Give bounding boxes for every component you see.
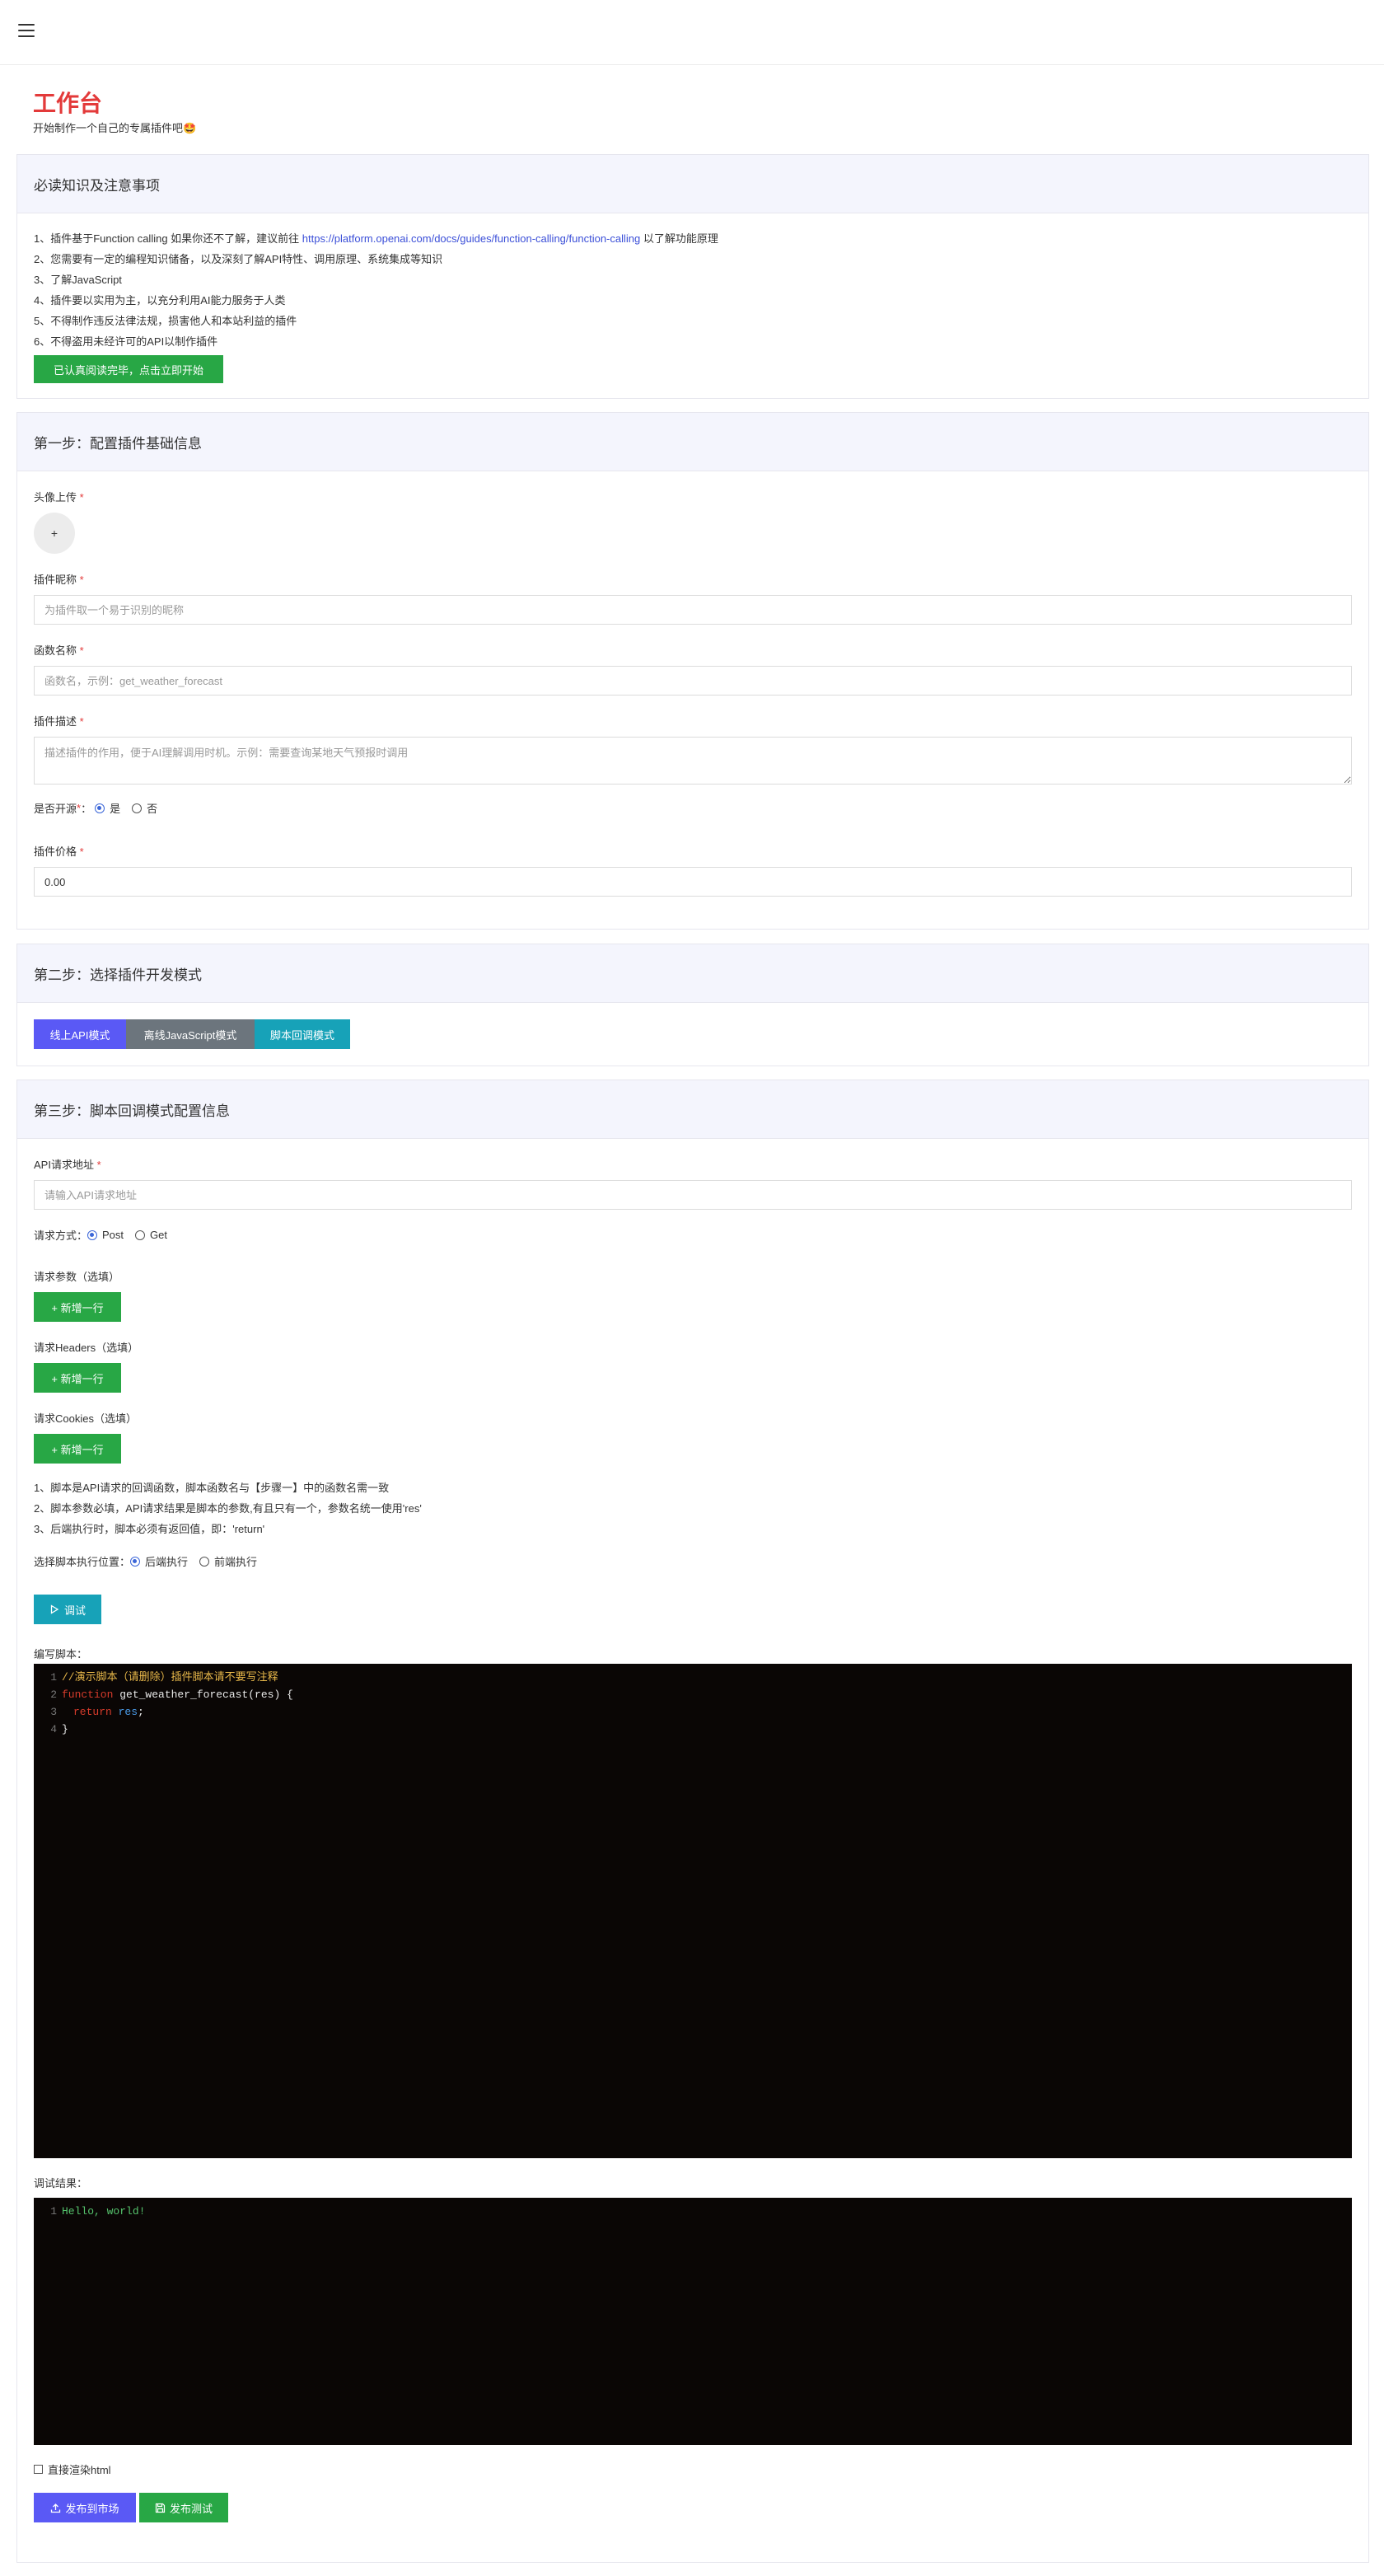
function-name-input[interactable]	[34, 666, 1352, 696]
openai-docs-link[interactable]: https://platform.openai.com/docs/guides/…	[302, 232, 640, 245]
step3-card: 第三步：脚本回调模式配置信息 API请求地址 * 请求方式： Post Get …	[16, 1080, 1369, 2563]
headers-field: 请求Headers（选填） + 新增一行	[34, 1339, 138, 1393]
debug-button-wrap: 调试	[34, 1595, 101, 1624]
api-url-field: API请求地址 *	[34, 1156, 1352, 1210]
add-header-row-button[interactable]: + 新增一行	[34, 1363, 121, 1393]
code-line: 2 function get_weather_forecast(res) {	[50, 1688, 293, 1701]
result-label: 调试结果：	[34, 2177, 88, 2190]
page-title: 工作台	[33, 91, 103, 116]
debug-button[interactable]: 调试	[34, 1595, 101, 1624]
avatar-field: 头像上传 * +	[34, 489, 84, 554]
code-line: 4}	[50, 1723, 68, 1735]
exec-position-field: 选择脚本执行位置： 后端执行 前端执行	[34, 1553, 269, 1569]
result-line: 1 Hello, world!	[50, 2205, 146, 2218]
render-html-checkbox[interactable]: 直接渲染html	[34, 2461, 111, 2477]
script-tips: 1、脚本是API请求的回调函数，脚本函数名与【步骤一】中的函数名需一致 2、脚本…	[34, 1478, 422, 1539]
open-source-field: 是否开源 *： 是 否	[34, 800, 158, 816]
add-cookie-row-button[interactable]: + 新增一行	[34, 1434, 121, 1464]
notice-line: 2、您需要有一定的编程知识储备，以及深刻了解API特性、调用原理、系统集成等知识	[34, 253, 443, 265]
code-line: 1//演示脚本（请删除）插件脚本请不要写注释	[50, 1671, 278, 1684]
script-editor[interactable]: 1//演示脚本（请删除）插件脚本请不要写注释 2 function get_wea…	[34, 1664, 1352, 2158]
play-icon	[50, 1604, 59, 1614]
notice-line-1: 1、插件基于Function calling 如果你还不了解，建议前往 http…	[34, 232, 718, 245]
mode-online-api-button[interactable]: 线上API模式	[34, 1019, 126, 1049]
notice-line: 6、不得盗用未经许可的API以制作插件	[34, 335, 218, 348]
params-field: 请求参数（选填） + 新增一行	[34, 1268, 121, 1322]
notice-line: 3、了解JavaScript	[34, 274, 122, 286]
tip-line: 2、脚本参数必填，API请求结果是脚本的参数,有且只有一个，参数名统一使用're…	[34, 1502, 422, 1515]
publish-market-button[interactable]: 发布到市场	[34, 2493, 136, 2522]
method-post-radio[interactable]: Post	[87, 1229, 124, 1241]
publish-actions: 发布到市场 发布测试	[34, 2493, 228, 2522]
open-source-no-radio[interactable]: 否	[132, 800, 157, 816]
mode-selector: 线上API模式 离线JavaScript模式 脚本回调模式	[34, 1019, 350, 1049]
price-field: 插件价格 *	[34, 843, 1352, 897]
notice-line: 4、插件要以实用为主，以充分利用AI能力服务于人类	[34, 294, 286, 307]
checkbox-box[interactable]	[34, 2465, 43, 2474]
save-icon	[155, 2503, 166, 2513]
api-url-input[interactable]	[34, 1180, 1352, 1210]
desc-field: 插件描述 *	[34, 713, 1352, 787]
exec-backend-radio[interactable]: 后端执行	[130, 1553, 188, 1569]
plugin-desc-textarea[interactable]	[34, 737, 1352, 785]
open-source-yes-radio[interactable]: 是	[95, 800, 120, 816]
step2-card: 第二步：选择插件开发模式 线上API模式 离线JavaScript模式 脚本回调…	[16, 944, 1369, 1066]
script-label: 编写脚本：	[34, 1648, 88, 1660]
method-field: 请求方式： Post Get	[34, 1229, 167, 1242]
tip-line: 1、脚本是API请求的回调函数，脚本函数名与【步骤一】中的函数名需一致	[34, 1482, 390, 1494]
code-line: 3 return res;	[50, 1706, 144, 1718]
notice-title: 必读知识及注意事项	[17, 155, 1368, 213]
start-button[interactable]: 已认真阅读完毕，点击立即开始	[34, 355, 223, 383]
step1-title: 第一步：配置插件基础信息	[17, 413, 1368, 471]
notice-card: 必读知识及注意事项 1、插件基于Function calling 如果你还不了解…	[16, 154, 1369, 399]
step2-title: 第二步：选择插件开发模式	[17, 944, 1368, 1003]
add-param-row-button[interactable]: + 新增一行	[34, 1292, 121, 1322]
cookies-field: 请求Cookies（选填） + 新增一行	[34, 1410, 137, 1464]
step3-title: 第三步：脚本回调模式配置信息	[17, 1080, 1368, 1139]
top-bar	[0, 0, 1384, 65]
method-get-radio[interactable]: Get	[135, 1229, 167, 1241]
upload-icon	[51, 2503, 61, 2513]
plugin-name-input[interactable]	[34, 595, 1352, 625]
mode-offline-js-button[interactable]: 离线JavaScript模式	[126, 1019, 255, 1049]
mode-script-callback-button[interactable]: 脚本回调模式	[255, 1019, 350, 1049]
func-field: 函数名称 *	[34, 642, 1352, 696]
page-subtitle: 开始制作一个自己的专属插件吧🤩	[33, 122, 197, 134]
price-input[interactable]	[34, 867, 1352, 897]
hamburger-icon[interactable]	[18, 24, 35, 37]
notice-line: 5、不得制作违反法律法规，损害他人和本站利益的插件	[34, 315, 297, 327]
step1-card: 第一步：配置插件基础信息 头像上传 * + 插件昵称 * 函数名称 * 插件描述…	[16, 412, 1369, 930]
page-header: 工作台 开始制作一个自己的专属插件吧🤩	[0, 65, 1384, 154]
exec-frontend-radio[interactable]: 前端执行	[199, 1553, 257, 1569]
avatar-upload-button[interactable]: +	[34, 513, 75, 554]
workbench-page: 工作台 开始制作一个自己的专属插件吧🤩	[0, 65, 1384, 154]
name-field: 插件昵称 *	[34, 571, 1352, 625]
tip-line: 3、后端执行时，脚本必须有返回值，即：'return'	[34, 1523, 265, 1535]
debug-result-panel: 1 Hello, world!	[34, 2198, 1352, 2445]
star-eyes-emoji-icon: 🤩	[183, 122, 197, 134]
publish-test-button[interactable]: 发布测试	[139, 2493, 228, 2522]
